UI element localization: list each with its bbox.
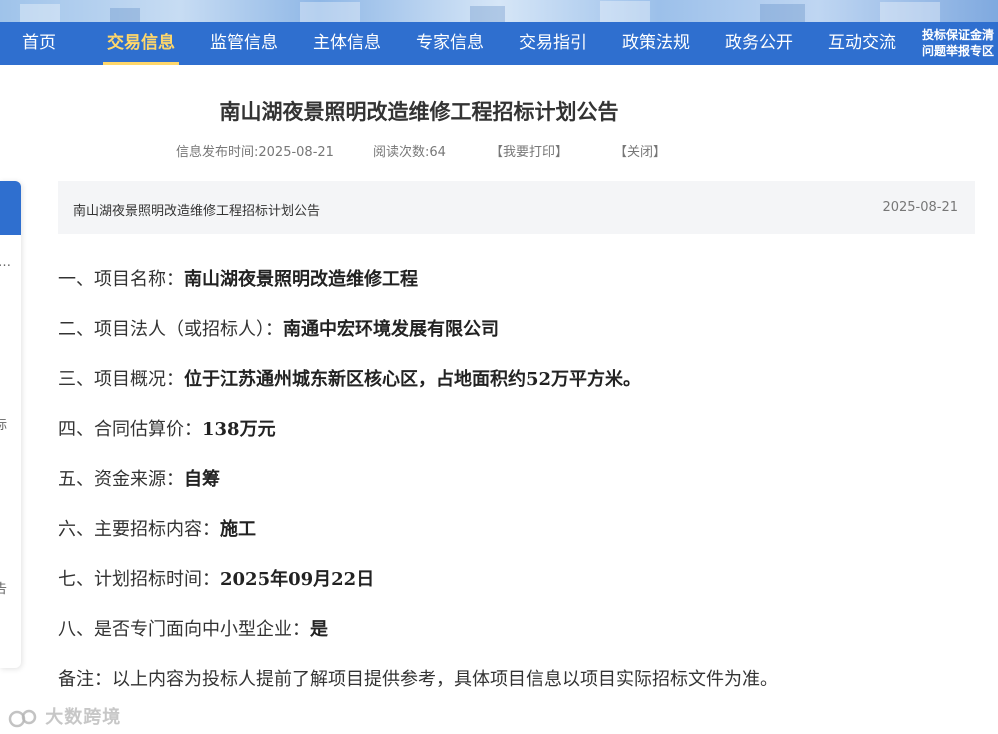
banner-decoration <box>600 1 650 22</box>
content-line-project-name: 一、项目名称：南山湖夜景照明改造维修工程 <box>58 265 418 291</box>
content-line-tenderer: 二、项目法人（或招标人）：南通中宏环境发展有限公司 <box>58 315 499 341</box>
publish-time: 信息发布时间:2025-08-21 <box>176 145 334 160</box>
nav-right-links: 投标保证金清 问题举报专区 <box>922 27 998 59</box>
nav-item-home[interactable]: 首页 <box>22 22 56 65</box>
left-panel-fragment[interactable]: 标 <box>0 414 7 433</box>
banner-decoration <box>880 2 940 22</box>
content-label: 三、项目概况： <box>58 369 184 390</box>
nav-item-policy[interactable]: 政策法规 <box>622 22 690 65</box>
nav-item-interaction[interactable]: 互动交流 <box>828 22 896 65</box>
page-title: 南山湖夜景照明改造维修工程招标计划公告 <box>219 100 619 124</box>
watermark: 大数跨境 <box>8 703 121 729</box>
banner-decoration <box>300 2 360 22</box>
content-label: 五、资金来源： <box>58 469 184 490</box>
content-label: 七、计划招标时间： <box>58 569 220 590</box>
content-value: 自筹 <box>184 469 220 490</box>
content-label: 六、主要招标内容： <box>58 519 220 540</box>
deposit-link[interactable]: 投标保证金清 <box>922 27 998 43</box>
info-bar-title: 南山湖夜景照明改造维修工程招标计划公告 <box>73 204 321 219</box>
read-count: 阅读次数:64 <box>373 145 446 160</box>
left-panel-fragment[interactable]: … <box>0 255 11 270</box>
content-label: 八、是否专门面向中小型企业： <box>58 619 310 640</box>
banner-decoration <box>110 8 140 22</box>
content-value: 是 <box>310 619 328 640</box>
left-panel-active-tab[interactable] <box>0 181 21 235</box>
close-button[interactable]: 【关闭】 <box>614 141 666 160</box>
nav-item-supervision[interactable]: 监管信息 <box>210 22 278 65</box>
content-label: 一、项目名称： <box>58 269 184 290</box>
main-nav: 首页 交易信息 监管信息 主体信息 专家信息 交易指引 政策法规 政务公开 互动… <box>0 22 998 65</box>
content-line-tender-time: 七、计划招标时间：2025年09月22日 <box>58 565 374 591</box>
content-label: 二、项目法人（或招标人）： <box>58 319 283 340</box>
content-value: 南通中宏环境发展有限公司 <box>283 319 499 340</box>
nav-item-expert[interactable]: 专家信息 <box>416 22 484 65</box>
nav-item-gov-affairs[interactable]: 政务公开 <box>725 22 793 65</box>
nav-item-guide[interactable]: 交易指引 <box>519 22 587 65</box>
info-bar-date: 2025-08-21 <box>882 200 958 215</box>
content-value: 南山湖夜景照明改造维修工程 <box>184 269 418 290</box>
content-value: 位于江苏通州城东新区核心区，占地面积约52万平方米。 <box>184 369 642 390</box>
watermark-logo-icon <box>8 709 37 728</box>
watermark-text: 大数跨境 <box>45 707 122 728</box>
banner-decoration <box>760 4 805 22</box>
content-value: 施工 <box>220 519 256 540</box>
content-note: 备注：以上内容为投标人提前了解项目提供参考，具体项目信息以项目实际招标文件为准。 <box>58 669 778 690</box>
content-line-overview: 三、项目概况：位于江苏通州城东新区核心区，占地面积约52万平方米。 <box>58 365 641 391</box>
content-label: 四、合同估算价： <box>58 419 202 440</box>
content-line-sme: 八、是否专门面向中小型企业：是 <box>58 615 328 641</box>
nav-item-trade-info[interactable]: 交易信息 <box>103 22 179 65</box>
content-value: 2025年09月22日 <box>220 569 375 590</box>
header-banner <box>0 0 998 22</box>
banner-decoration <box>470 6 505 22</box>
content-line-tender-content: 六、主要招标内容：施工 <box>58 515 256 541</box>
banner-decoration <box>20 4 60 22</box>
content-line-funding: 五、资金来源：自筹 <box>58 465 220 491</box>
article-info-bar: 南山湖夜景照明改造维修工程招标计划公告 2025-08-21 <box>58 181 975 234</box>
print-button[interactable]: 【我要打印】 <box>490 141 568 160</box>
report-link[interactable]: 问题举报专区 <box>922 43 998 59</box>
nav-item-entity[interactable]: 主体信息 <box>313 22 381 65</box>
left-panel-fragment[interactable]: 告 <box>0 578 7 597</box>
content-value: 138万元 <box>202 419 276 440</box>
content-line-contract-estimate: 四、合同估算价：138万元 <box>58 415 276 441</box>
